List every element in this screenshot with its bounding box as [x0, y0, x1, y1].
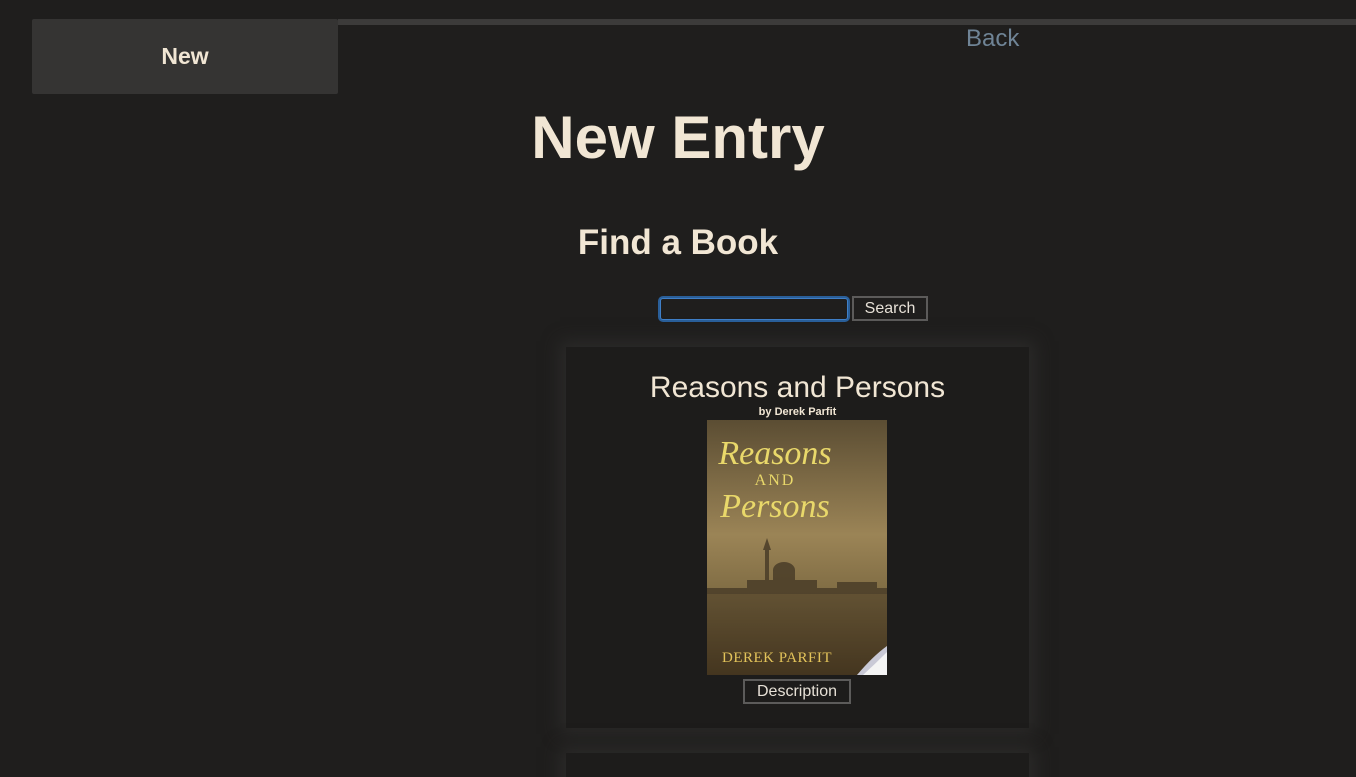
top-divider [338, 19, 1356, 25]
book-result-card [566, 753, 1029, 777]
nav-tab-new-label: New [161, 43, 209, 69]
page-title: New Entry [531, 104, 825, 171]
book-cover-image[interactable]: Reasons AND Persons DEREK PARFIT [707, 420, 887, 675]
search-form: Search [660, 296, 928, 321]
search-input[interactable] [660, 298, 848, 320]
description-button[interactable]: Description [743, 679, 851, 704]
book-title: Reasons and Persons [649, 371, 946, 404]
cover-title-line: Persons [720, 488, 830, 525]
page: New Back New Entry Find a Book Search Re… [0, 0, 1356, 777]
cover-author-text: DEREK PARFIT [722, 650, 833, 666]
nav-tab-new[interactable]: New [32, 19, 338, 94]
search-button[interactable]: Search [852, 296, 928, 321]
cover-title-text: Reasons AND Persons [715, 436, 835, 524]
back-link[interactable]: Back [966, 25, 1019, 53]
book-result-card: Reasons and Persons by Derek Parfit Reas… [566, 347, 1029, 728]
find-book-heading: Find a Book [577, 223, 779, 262]
book-author: by Derek Parfit [758, 406, 837, 418]
cover-title-line: Reasons [718, 435, 832, 472]
